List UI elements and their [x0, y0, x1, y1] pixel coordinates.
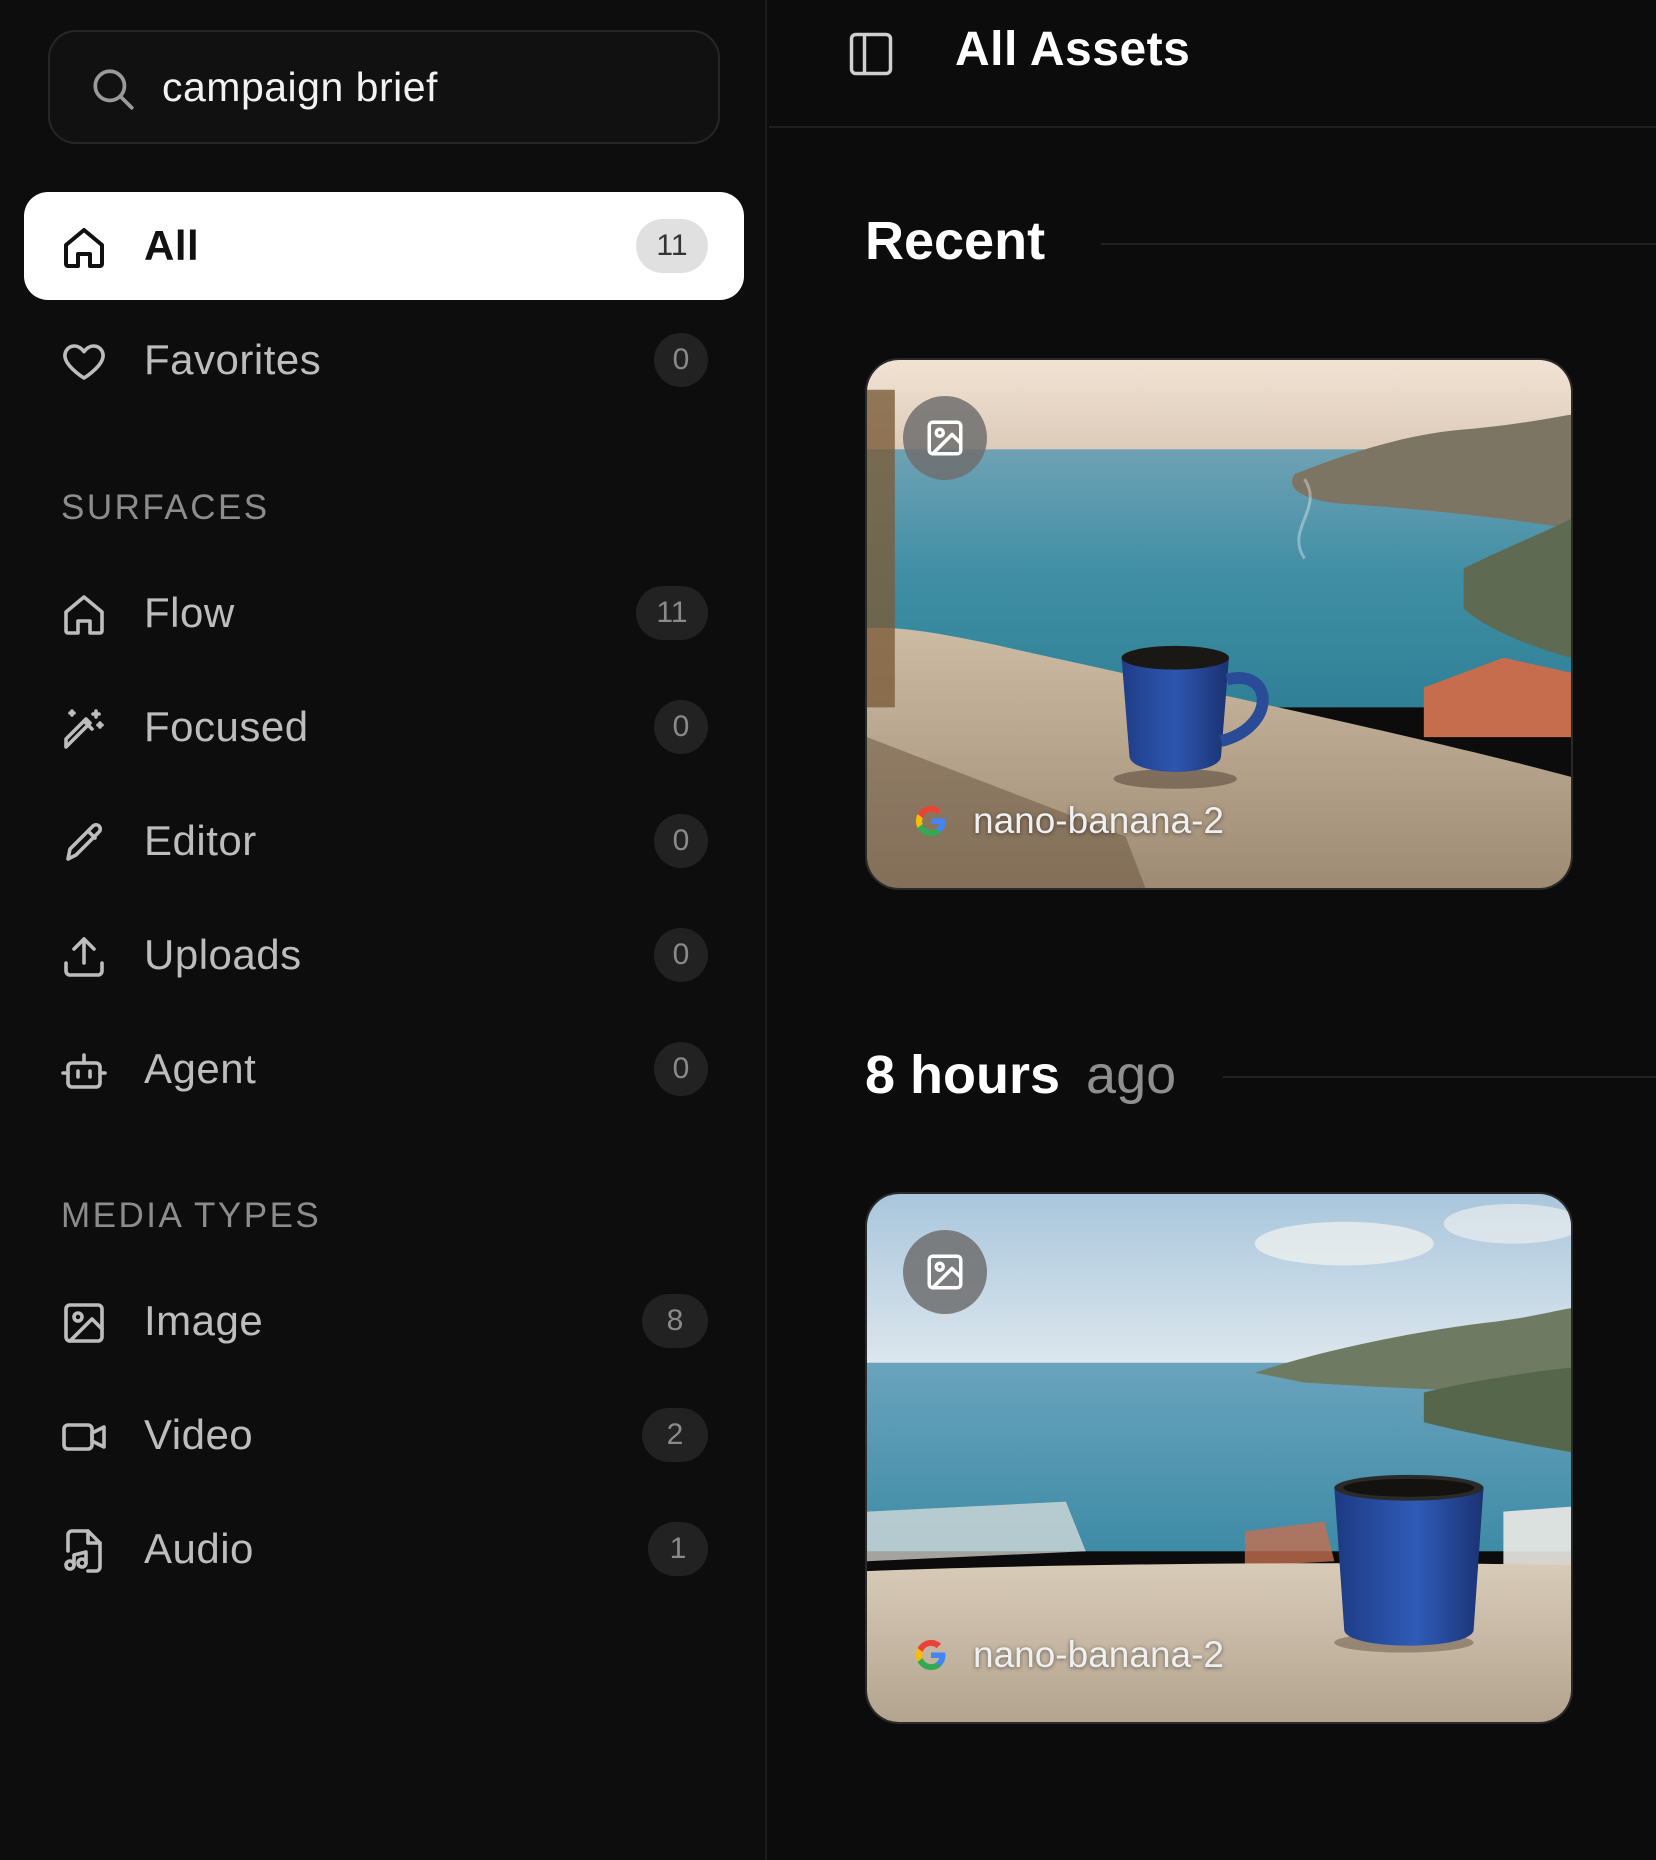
nav-item-audio[interactable]: Audio 1	[24, 1495, 744, 1603]
media-type-badge	[903, 1230, 987, 1314]
home-icon	[60, 224, 108, 272]
model-name: nano-banana-2	[973, 800, 1224, 841]
nav-item-label: All	[144, 222, 200, 269]
heart-icon	[60, 338, 108, 386]
count-badge: 8	[642, 1294, 708, 1348]
robot-icon	[60, 1047, 108, 1095]
video-icon	[60, 1413, 108, 1461]
count-badge: 0	[654, 1042, 708, 1096]
sidebar: All 11 Favorites 0 SURFACES Flow 11 Focu…	[0, 0, 767, 1860]
nav-item-label: Audio	[144, 1525, 254, 1572]
magic-wand-icon	[60, 705, 108, 753]
count-badge: 2	[642, 1408, 708, 1462]
group-heading-recent: Recent	[865, 210, 1045, 272]
nav-item-label: Image	[144, 1297, 264, 1344]
asset-card[interactable]: nano-banana-2	[865, 358, 1573, 890]
section-title-media-types: MEDIA TYPES	[61, 1196, 322, 1235]
nav-item-agent[interactable]: Agent 0	[24, 1015, 744, 1123]
group-divider	[1223, 1076, 1656, 1078]
search-icon	[88, 64, 138, 114]
nav-item-label: Focused	[144, 703, 309, 750]
image-icon	[927, 420, 963, 456]
count-badge: 11	[636, 586, 708, 640]
pencil-icon	[60, 819, 108, 867]
search-box[interactable]	[48, 30, 720, 144]
count-badge: 0	[654, 928, 708, 982]
nav-item-flow[interactable]: Flow 11	[24, 559, 744, 667]
group-heading-main: 8 hours	[865, 1045, 1061, 1105]
nav-item-label: Editor	[144, 817, 257, 864]
nav-item-label: Video	[144, 1411, 254, 1458]
group-divider	[1101, 243, 1656, 245]
count-badge: 0	[654, 333, 708, 387]
google-logo-icon	[915, 1639, 946, 1670]
audio-file-icon	[60, 1527, 108, 1575]
page-title: All Assets	[955, 23, 1191, 76]
nav-item-favorites[interactable]: Favorites 0	[24, 306, 744, 414]
asset-card[interactable]: nano-banana-2	[865, 1192, 1573, 1724]
main-content: All Assets Recent nano-banana-2 8 hours …	[769, 0, 1656, 1860]
nav-item-label: Uploads	[144, 931, 302, 978]
top-bar: All Assets	[769, 0, 1656, 128]
group-heading-sub: ago	[1086, 1045, 1177, 1105]
nav-item-label: Favorites	[144, 336, 322, 383]
model-label: nano-banana-2	[913, 800, 1224, 842]
nav-item-label: Agent	[144, 1045, 257, 1092]
count-badge: 11	[636, 219, 708, 273]
group-heading-8-hours-ago: 8 hours ago	[865, 1044, 1176, 1106]
count-badge: 0	[654, 700, 708, 754]
image-icon	[60, 1299, 108, 1347]
group-heading-main: Recent	[865, 211, 1046, 271]
sidebar-toggle-icon[interactable]	[845, 28, 897, 80]
nav-item-all[interactable]: All 11	[24, 192, 744, 300]
upload-icon	[60, 933, 108, 981]
count-badge: 0	[654, 814, 708, 868]
nav-item-focused[interactable]: Focused 0	[24, 673, 744, 781]
nav-item-editor[interactable]: Editor 0	[24, 787, 744, 895]
google-logo-icon	[915, 805, 946, 836]
section-title-surfaces: SURFACES	[61, 488, 270, 527]
model-name: nano-banana-2	[973, 1634, 1224, 1675]
media-type-badge	[903, 396, 987, 480]
model-label: nano-banana-2	[913, 1634, 1224, 1676]
nav-item-image[interactable]: Image 8	[24, 1267, 744, 1375]
nav-item-uploads[interactable]: Uploads 0	[24, 901, 744, 1009]
nav-item-video[interactable]: Video 2	[24, 1381, 744, 1489]
image-icon	[927, 1254, 963, 1290]
search-input[interactable]	[162, 52, 682, 122]
count-badge: 1	[648, 1522, 708, 1576]
home-icon	[60, 591, 108, 639]
nav-item-label: Flow	[144, 589, 235, 636]
